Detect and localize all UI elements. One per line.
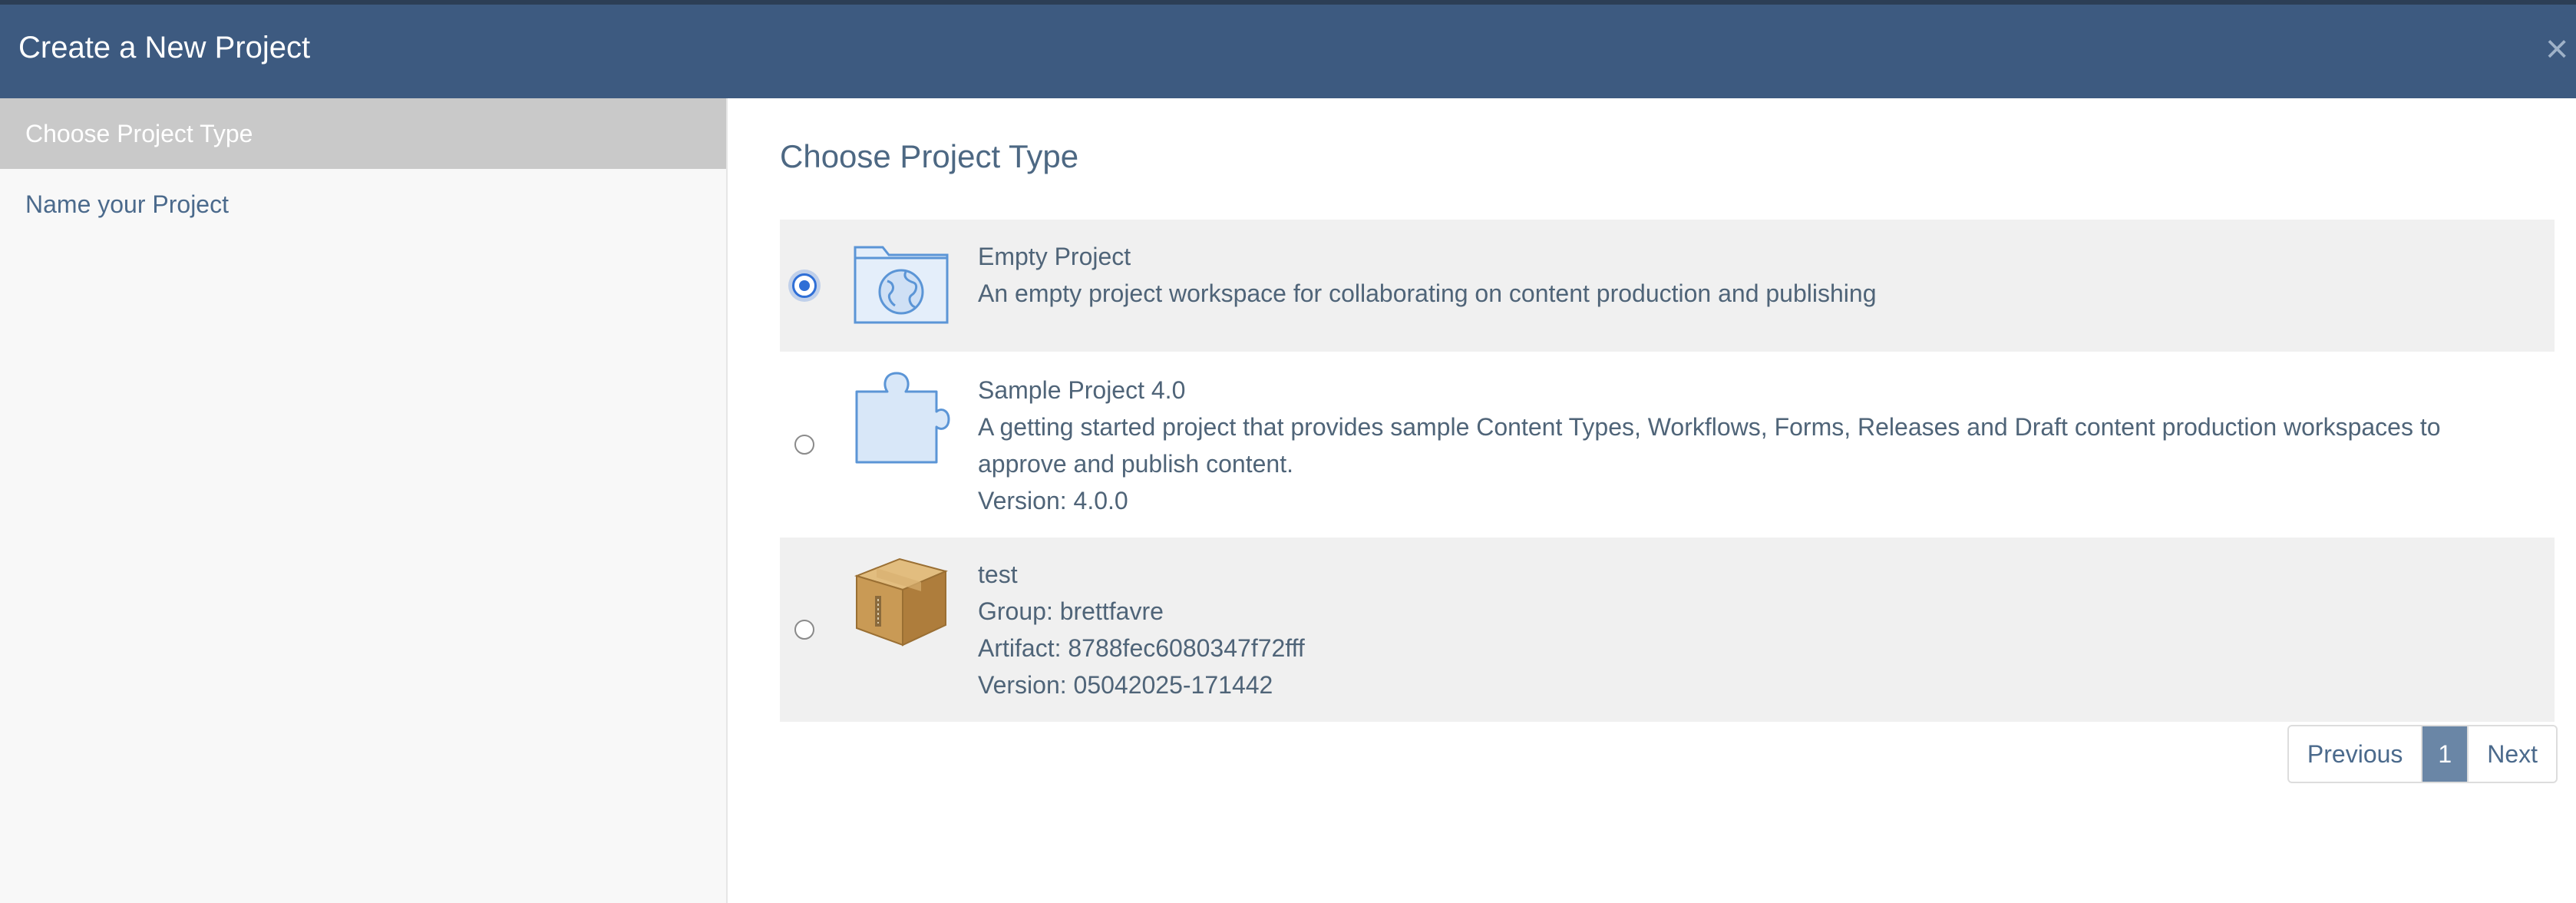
folder-globe-icon bbox=[852, 244, 950, 329]
pagination: Previous 1 Next bbox=[2287, 725, 2558, 783]
page-title: Choose Project Type bbox=[780, 138, 1079, 174]
option-sample-project[interactable]: Sample Project 4.0 A getting started pro… bbox=[780, 352, 2555, 538]
page-1-button[interactable]: 1 bbox=[2421, 726, 2468, 782]
option-group: Group: brettfavre bbox=[978, 597, 1164, 625]
option-text-empty-project: Empty Project An empty project workspace… bbox=[978, 238, 2501, 312]
option-test-project[interactable]: test Group: brettfavre Artifact: 8788fec… bbox=[780, 538, 2555, 722]
package-box-icon bbox=[852, 553, 950, 652]
option-name: Empty Project bbox=[978, 243, 1131, 270]
radio-empty-project[interactable] bbox=[792, 273, 817, 298]
main-panel: Choose Project Type Empty Project An emp… bbox=[728, 98, 2576, 903]
sidebar-step-choose-type[interactable]: Choose Project Type bbox=[0, 98, 726, 169]
sidebar-step-name-project[interactable]: Name your Project bbox=[0, 169, 726, 240]
option-empty-project[interactable]: Empty Project An empty project workspace… bbox=[780, 220, 2555, 352]
option-description: A getting started project that provides … bbox=[978, 413, 2441, 441]
option-name: Sample Project 4.0 bbox=[978, 376, 1186, 404]
option-artifact: Artifact: 8788fec6080347f72fff bbox=[978, 634, 1305, 662]
option-version: Version: 05042025-171442 bbox=[978, 671, 1273, 699]
puzzle-piece-icon bbox=[852, 369, 950, 471]
option-text-sample-project: Sample Project 4.0 A getting started pro… bbox=[978, 372, 2501, 519]
next-page-button[interactable]: Next bbox=[2467, 726, 2556, 782]
option-description-cont: approve and publish content. bbox=[978, 450, 1293, 478]
dialog-header: Create a New Project × bbox=[0, 5, 2576, 98]
radio-test-project[interactable] bbox=[794, 620, 814, 640]
option-text-test-project: test Group: brettfavre Artifact: 8788fec… bbox=[978, 556, 2501, 703]
radio-sample-project[interactable] bbox=[794, 435, 814, 455]
option-version: Version: 4.0.0 bbox=[978, 487, 1128, 514]
project-type-list: Empty Project An empty project workspace… bbox=[780, 220, 2555, 722]
option-name: test bbox=[978, 561, 1018, 588]
wizard-sidebar: Choose Project Type Name your Project bbox=[0, 98, 728, 903]
dialog-title: Create a New Project bbox=[18, 31, 311, 64]
close-icon[interactable]: × bbox=[2545, 28, 2576, 71]
option-description: An empty project workspace for collabora… bbox=[978, 280, 1877, 307]
previous-page-button[interactable]: Previous bbox=[2289, 726, 2421, 782]
